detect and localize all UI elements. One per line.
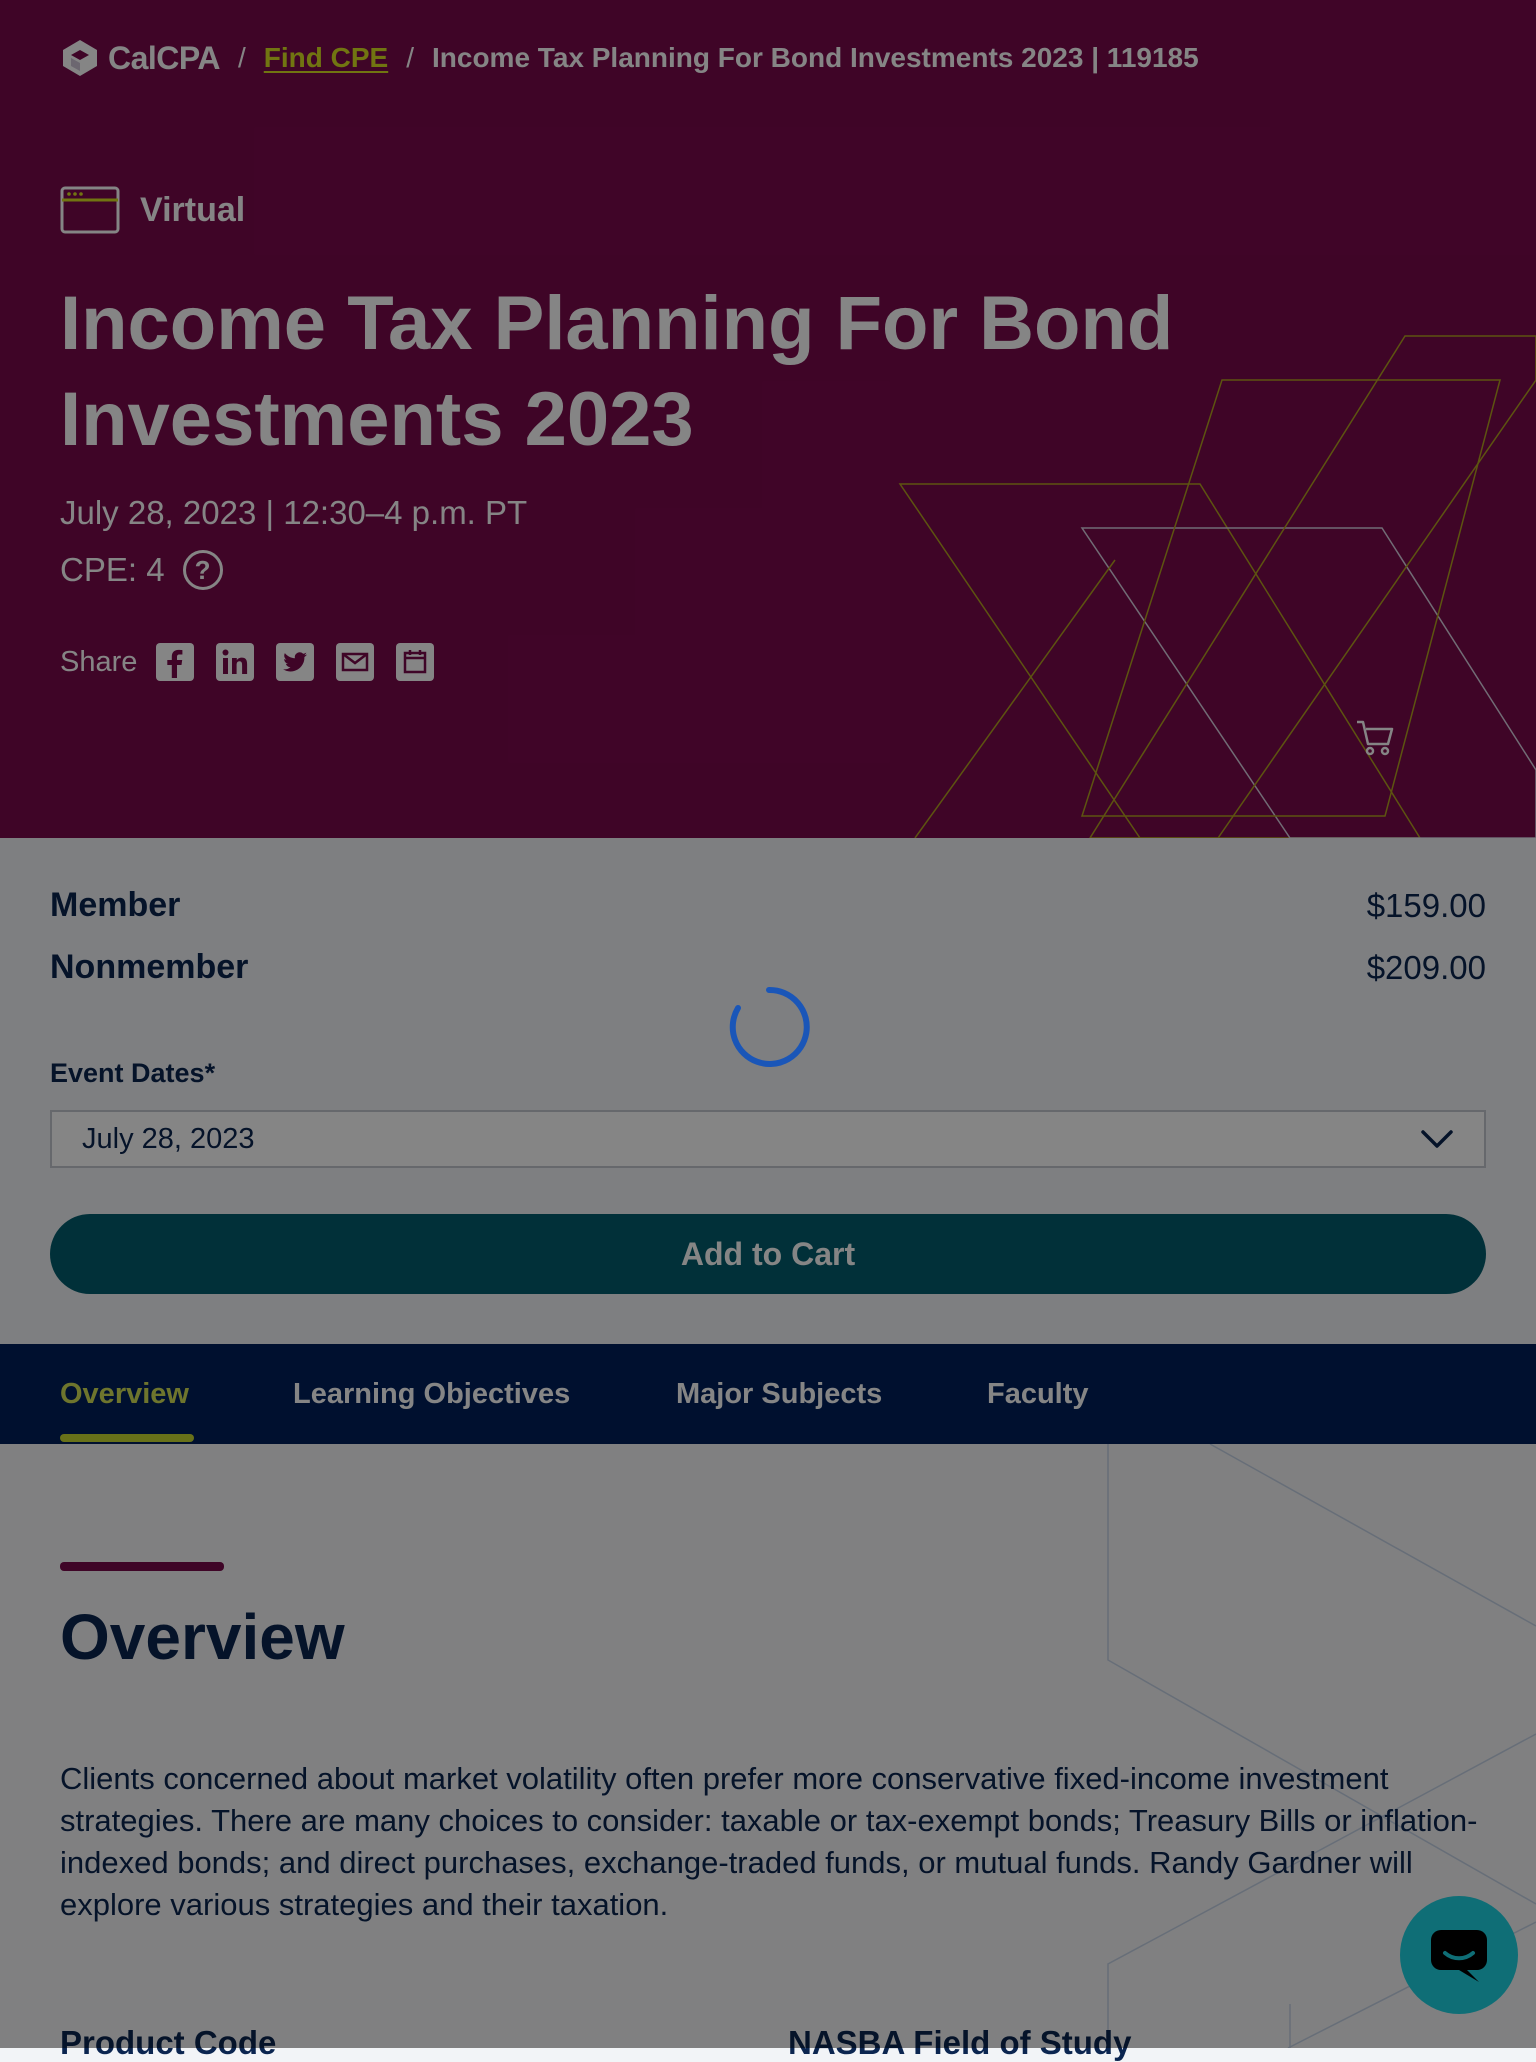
active-tab-indicator xyxy=(60,1434,194,1442)
email-icon[interactable] xyxy=(335,642,375,682)
event-dates-selected: July 28, 2023 xyxy=(82,1122,255,1155)
chat-bubble-icon xyxy=(1431,1930,1487,1982)
tab-overview[interactable]: Overview xyxy=(60,1344,189,1444)
cpe-label: CPE: 4 xyxy=(60,551,165,588)
content-decoration xyxy=(1107,1444,1536,2048)
tab-bar: Overview Learning Objectives Major Subje… xyxy=(0,1344,1536,1444)
tab-learning-objectives[interactable]: Learning Objectives xyxy=(293,1344,570,1444)
overview-heading: Overview xyxy=(60,1601,345,1673)
chat-button[interactable] xyxy=(1400,1896,1518,2014)
linkedin-icon[interactable] xyxy=(215,642,255,682)
member-price-row: Member $159.00 xyxy=(50,886,1486,925)
add-to-cart-button[interactable]: Add to Cart xyxy=(50,1214,1486,1294)
format-label: Virtual xyxy=(140,190,246,229)
calendar-icon[interactable] xyxy=(395,642,435,682)
member-label: Member xyxy=(50,886,181,924)
breadcrumb-separator: / xyxy=(237,42,246,73)
overview-description: Clients concerned about market volatilit… xyxy=(60,1761,1478,1922)
breadcrumb-current: Income Tax Planning For Bond Investments… xyxy=(432,42,1199,73)
calcpa-logo[interactable]: CalCPA xyxy=(60,38,220,78)
breadcrumb: CalCPA / Find CPE / Income Tax Planning … xyxy=(60,38,1199,78)
cpe-credits: CPE: 4 ? xyxy=(60,550,223,590)
nonmember-label: Nonmember xyxy=(50,948,249,986)
section-accent-bar xyxy=(60,1562,224,1571)
chevron-down-icon xyxy=(1421,1130,1453,1148)
nonmember-price: $209.00 xyxy=(1366,948,1486,986)
facebook-icon[interactable] xyxy=(155,642,195,682)
page-title: Income Tax Planning For Bond Investments… xyxy=(60,281,1174,462)
tab-major-subjects[interactable]: Major Subjects xyxy=(676,1344,882,1444)
logo-text: CalCPA xyxy=(108,39,220,76)
share-label: Share xyxy=(60,645,138,678)
help-icon[interactable]: ? xyxy=(182,550,223,590)
breadcrumb-find-cpe-link[interactable]: Find CPE xyxy=(264,42,388,74)
nonmember-price-row: Nonmember $209.00 xyxy=(50,948,1486,987)
event-dates-select[interactable]: July 28, 2023 xyxy=(50,1110,1486,1168)
event-dates-label: Event Dates* xyxy=(50,1058,216,1088)
member-price: $159.00 xyxy=(1366,886,1486,924)
calcpa-logo-icon xyxy=(63,40,97,76)
hero-banner: CalCPA / Find CPE / Income Tax Planning … xyxy=(0,0,1536,838)
overview-section xyxy=(0,1444,1536,2048)
tab-faculty[interactable]: Faculty xyxy=(987,1344,1089,1444)
product-code-label: Product Code xyxy=(60,2024,277,2061)
browser-window-icon xyxy=(60,186,120,234)
loading-spinner-icon xyxy=(729,986,810,1067)
course-format: Virtual xyxy=(60,186,245,234)
cart-icon[interactable] xyxy=(1354,716,1398,760)
share-bar: Share xyxy=(60,642,435,682)
twitter-icon[interactable] xyxy=(275,642,315,682)
breadcrumb-separator: / xyxy=(406,42,414,73)
nasba-field-label: NASBA Field of Study xyxy=(788,2024,1132,2061)
event-date-time: July 28, 2023 | 12:30–4 p.m. PT xyxy=(60,494,528,531)
